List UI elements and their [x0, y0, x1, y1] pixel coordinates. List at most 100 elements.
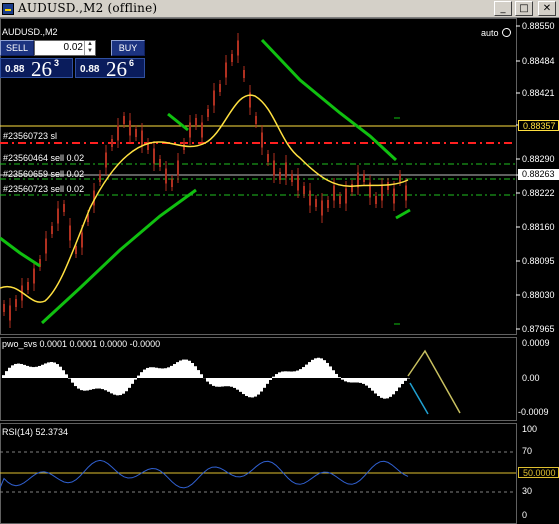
candle-body: [123, 116, 125, 124]
pwo-bar: [98, 378, 101, 389]
candle-body: [63, 204, 65, 212]
candle-body: [339, 196, 341, 204]
pwo-bar: [158, 368, 161, 378]
ask-quote[interactable]: 0.88 26 6: [75, 57, 145, 81]
close-button[interactable]: ✕: [538, 1, 556, 16]
pwo-bar: [221, 378, 224, 387]
pwo-bar: [266, 378, 269, 384]
candle-body: [153, 148, 155, 164]
candle-body: [45, 238, 47, 254]
candle-body: [9, 305, 11, 321]
pwo-bar: [197, 370, 200, 378]
order-label-sl[interactable]: #23560723 sl: [3, 131, 57, 141]
pwo-bar: [152, 367, 155, 378]
current-price-tag: 0.88263: [518, 169, 559, 180]
pwo-bar: [323, 360, 326, 378]
candle-body: [213, 90, 215, 106]
pwo-bar: [200, 374, 203, 378]
candle-body: [81, 232, 83, 248]
candle-body: [231, 54, 233, 62]
minimize-button[interactable]: _: [494, 1, 512, 16]
pwo-bar: [392, 378, 395, 395]
pwo-bar: [11, 365, 14, 378]
order-label-3[interactable]: #23560723 sell 0.02: [3, 184, 84, 194]
pwo-bar: [314, 358, 317, 378]
price-tick: 0.88160: [522, 222, 555, 232]
pwo-bar: [185, 359, 188, 378]
window-titlebar: AUDUSD.,M2 (offline) _ □ ✕: [0, 0, 559, 18]
candle-body: [165, 168, 167, 184]
candle-body: [195, 118, 197, 126]
pwo-bar: [344, 378, 347, 382]
candle-body: [261, 132, 263, 148]
buy-button[interactable]: BUY: [111, 40, 145, 56]
pwo-bar: [359, 378, 362, 383]
pwo-signal-line: [407, 349, 461, 414]
pwo-bar: [356, 378, 359, 383]
chart-area[interactable]: AUDUSD.,M2 auto SELL 0.02 ▲ ▼ BUY 0.88 26…: [0, 18, 559, 524]
candle-body: [135, 129, 137, 137]
pwo-bar: [128, 378, 131, 388]
candle-body: [129, 120, 131, 136]
autoscroll-label[interactable]: auto: [481, 28, 499, 38]
candle-body: [105, 152, 107, 168]
sell-button[interactable]: SELL: [0, 40, 34, 56]
pwo-bar: [296, 370, 299, 378]
order-label-2[interactable]: #23560659 sell 0.02: [3, 169, 84, 179]
pwo-bar: [146, 367, 149, 378]
pwo-bar: [377, 378, 380, 397]
pwo-bar: [65, 374, 68, 378]
pwo-bar: [77, 378, 80, 389]
pwo-bar: [383, 378, 386, 399]
lot-size-value[interactable]: 0.02: [64, 41, 83, 55]
pwo-bar: [38, 365, 41, 378]
expert-smiley-icon[interactable]: [502, 28, 511, 37]
pwo-bar: [155, 367, 158, 378]
pwo-bar: [143, 369, 146, 378]
pwo-bar: [62, 370, 65, 378]
candle-body: [387, 182, 389, 190]
pwo-bar: [281, 371, 284, 378]
lot-size-input[interactable]: 0.02 ▲ ▼: [34, 40, 96, 56]
pwo-bar: [389, 378, 392, 397]
candle-body: [333, 185, 335, 201]
lot-spinner-icon[interactable]: ▲ ▼: [84, 41, 95, 55]
pwo-bar: [215, 378, 218, 387]
candle-body: [69, 225, 71, 241]
pwo-bar: [134, 378, 137, 380]
pwo-bar: [320, 358, 323, 378]
price-tick: 0.88095: [522, 256, 555, 266]
order-label-1[interactable]: #23560464 sell 0.02: [3, 153, 84, 163]
pwo-bar: [245, 378, 248, 396]
pwo-bar: [284, 371, 287, 378]
bid-big: 26: [31, 57, 52, 81]
pwo-bar: [401, 378, 404, 384]
pwo-bar: [371, 378, 374, 391]
pwo-bar: [233, 378, 236, 388]
candle-body: [51, 226, 53, 234]
pwo-bar: [311, 359, 314, 378]
bid-quote[interactable]: 0.88 26 3: [0, 57, 73, 81]
candle-body: [141, 130, 143, 146]
pwo-bar: [140, 372, 143, 378]
pwo-bar: [362, 378, 365, 384]
candle-body: [57, 208, 59, 224]
pwo-bar: [26, 365, 29, 378]
pwo-bar: [230, 378, 233, 387]
candle-body: [327, 200, 329, 208]
candle-body: [285, 162, 287, 178]
pwo-bar: [107, 378, 110, 392]
candle-body: [225, 62, 227, 78]
candle-body: [117, 125, 119, 141]
pwo-bar: [332, 370, 335, 378]
rsi-tick: 30: [522, 486, 533, 496]
pwo-bar: [350, 378, 353, 383]
maximize-button[interactable]: □: [515, 1, 533, 16]
pwo-bar: [68, 378, 71, 379]
pwo-bar: [23, 364, 26, 378]
pwo-bar: [224, 378, 227, 387]
pwo-bar: [20, 363, 23, 378]
candle-body: [189, 122, 191, 138]
pwo-bar: [347, 378, 350, 383]
pwo-bar: [374, 378, 377, 394]
